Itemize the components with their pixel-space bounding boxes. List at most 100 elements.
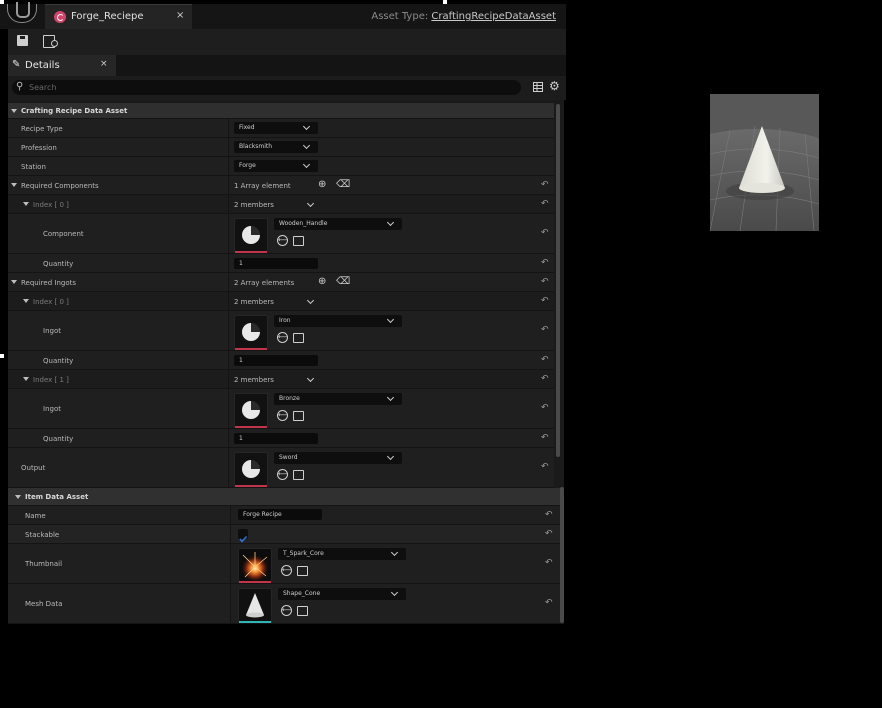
quantity-input[interactable]: 1 bbox=[234, 258, 318, 269]
use-selected-icon[interactable]: ⟵ bbox=[281, 605, 292, 616]
array-index-row: Index [ 0 ] 2 members ↶ bbox=[8, 292, 554, 311]
expand-arrow-icon[interactable] bbox=[23, 202, 29, 206]
ingot-asset-picker[interactable]: Bronze bbox=[274, 393, 402, 405]
data-asset-icon bbox=[54, 11, 66, 23]
name-input[interactable]: Forge Recipe bbox=[238, 509, 322, 520]
browse-icon[interactable] bbox=[293, 411, 304, 421]
asset-tab[interactable]: Forge_Reciepe × bbox=[45, 4, 192, 30]
reset-to-default-icon[interactable]: ↶ bbox=[541, 355, 549, 365]
delete-all-icon[interactable]: ⌫ bbox=[336, 179, 350, 190]
scrollbar-lower[interactable] bbox=[560, 487, 564, 623]
quantity-input[interactable]: 1 bbox=[234, 433, 318, 444]
expand-arrow-icon[interactable] bbox=[15, 495, 21, 499]
close-details-icon[interactable]: × bbox=[100, 59, 108, 69]
quantity-input[interactable]: 1 bbox=[234, 355, 318, 366]
browse-icon[interactable] bbox=[293, 470, 304, 480]
property-label: Thumbnail bbox=[25, 560, 63, 568]
component-asset-picker[interactable]: Wooden_Handle bbox=[274, 218, 402, 230]
expand-arrow-icon[interactable] bbox=[11, 183, 17, 187]
browse-icon[interactable] bbox=[297, 606, 308, 616]
reset-to-default-icon[interactable]: ↶ bbox=[541, 277, 549, 287]
reset-to-default-icon[interactable]: ↶ bbox=[545, 558, 553, 568]
thumbnail-asset-picker[interactable]: T_Spark_Core bbox=[278, 548, 406, 560]
reset-to-default-icon[interactable]: ↶ bbox=[541, 374, 549, 384]
search-input[interactable] bbox=[29, 80, 509, 95]
expand-arrow-icon[interactable] bbox=[23, 299, 29, 303]
view-options-icon[interactable] bbox=[533, 82, 543, 92]
mesh-thumbnail[interactable] bbox=[238, 588, 272, 623]
chevron-down-icon[interactable] bbox=[306, 199, 315, 208]
property-label: Stackable bbox=[25, 531, 60, 539]
details-property-grid: Crafting Recipe Data Asset Recipe Type F… bbox=[8, 100, 564, 624]
reset-to-default-icon[interactable]: ↶ bbox=[541, 296, 549, 306]
use-selected-icon[interactable]: ⟵ bbox=[277, 235, 288, 246]
ingot-asset-picker[interactable]: Iron bbox=[274, 315, 402, 327]
reset-to-default-icon[interactable]: ↶ bbox=[541, 433, 549, 443]
texture-thumbnail[interactable] bbox=[238, 548, 272, 583]
category-crafting-recipe[interactable]: Crafting Recipe Data Asset bbox=[8, 103, 554, 119]
unreal-logo-icon[interactable] bbox=[7, 2, 37, 23]
details-tab[interactable]: ✎ Details × bbox=[8, 55, 116, 76]
reset-to-default-icon[interactable]: ↶ bbox=[541, 325, 549, 335]
browse-icon[interactable] bbox=[293, 236, 304, 246]
resize-handle-mid-left[interactable] bbox=[0, 354, 4, 358]
browse-to-asset-icon[interactable] bbox=[42, 34, 58, 48]
stackable-checkbox[interactable] bbox=[238, 529, 248, 543]
reset-to-default-icon[interactable]: ↶ bbox=[541, 403, 549, 413]
search-box[interactable]: ⚲ bbox=[12, 80, 521, 95]
chevron-down-icon bbox=[302, 141, 311, 150]
use-selected-icon[interactable]: ⟵ bbox=[277, 410, 288, 421]
reset-to-default-icon[interactable]: ↶ bbox=[541, 462, 549, 472]
asset-actions: ⟵ bbox=[277, 469, 307, 481]
browse-icon[interactable] bbox=[297, 566, 308, 576]
asset-thumbnail[interactable] bbox=[234, 393, 268, 428]
details-tab-bar: ✎ Details × bbox=[8, 55, 566, 76]
category-item-data[interactable]: Item Data Asset bbox=[8, 488, 560, 506]
expand-arrow-icon[interactable] bbox=[11, 280, 17, 284]
close-tab-icon[interactable]: × bbox=[176, 10, 184, 21]
profession-dropdown[interactable]: Blacksmith bbox=[234, 141, 318, 153]
reset-to-default-icon[interactable]: ↶ bbox=[541, 258, 549, 268]
reset-to-default-icon[interactable]: ↶ bbox=[545, 510, 553, 520]
chevron-down-icon bbox=[302, 122, 311, 131]
index-label: Index [ 1 ] bbox=[33, 376, 69, 384]
scrollbar-upper[interactable] bbox=[556, 104, 560, 457]
save-icon[interactable] bbox=[16, 34, 32, 48]
expand-arrow-icon[interactable] bbox=[11, 109, 17, 113]
search-icon: ⚲ bbox=[16, 81, 24, 92]
chevron-down-icon bbox=[302, 160, 311, 169]
asset-thumbnail[interactable] bbox=[234, 452, 268, 487]
reset-to-default-icon[interactable]: ↶ bbox=[545, 598, 553, 608]
asset-thumbnail[interactable] bbox=[234, 315, 268, 350]
dropdown-value: Fixed bbox=[239, 124, 255, 131]
output-asset-picker[interactable]: Sword bbox=[274, 452, 402, 464]
add-element-icon[interactable]: ⊕ bbox=[318, 179, 326, 190]
chevron-down-icon[interactable] bbox=[306, 374, 315, 383]
reset-to-default-icon[interactable]: ↶ bbox=[541, 228, 549, 238]
property-row-name: Name Forge Recipe ↶ bbox=[8, 506, 560, 525]
settings-gear-icon[interactable]: ⚙ bbox=[549, 79, 560, 93]
chevron-down-icon bbox=[386, 218, 395, 227]
recipe-type-dropdown[interactable]: Fixed bbox=[234, 122, 318, 134]
use-selected-icon[interactable]: ⟵ bbox=[281, 565, 292, 576]
reset-to-default-icon[interactable]: ↶ bbox=[541, 180, 549, 190]
cone-icon bbox=[246, 593, 264, 618]
reset-to-default-icon[interactable]: ↶ bbox=[545, 529, 553, 539]
property-row-component: Component Wooden_Handle ⟵ ↶ bbox=[8, 214, 554, 254]
reset-to-default-icon[interactable]: ↶ bbox=[541, 199, 549, 209]
chevron-down-icon bbox=[386, 393, 395, 402]
asset-actions: ⟵ bbox=[277, 410, 307, 422]
add-element-icon[interactable]: ⊕ bbox=[318, 276, 326, 287]
mesh-asset-picker[interactable]: Shape_Cone bbox=[278, 588, 406, 600]
use-selected-icon[interactable]: ⟵ bbox=[277, 332, 288, 343]
expand-arrow-icon[interactable] bbox=[23, 377, 29, 381]
station-dropdown[interactable]: Forge bbox=[234, 160, 318, 172]
delete-all-icon[interactable]: ⌫ bbox=[336, 276, 350, 287]
use-selected-icon[interactable]: ⟵ bbox=[277, 469, 288, 480]
asset-type-link[interactable]: CraftingRecipeDataAsset bbox=[431, 11, 556, 22]
browse-icon[interactable] bbox=[293, 333, 304, 343]
chevron-down-icon[interactable] bbox=[306, 296, 315, 305]
members-count: 2 members bbox=[234, 201, 274, 209]
mesh-preview-viewport[interactable] bbox=[710, 94, 819, 231]
asset-thumbnail[interactable] bbox=[234, 218, 268, 253]
